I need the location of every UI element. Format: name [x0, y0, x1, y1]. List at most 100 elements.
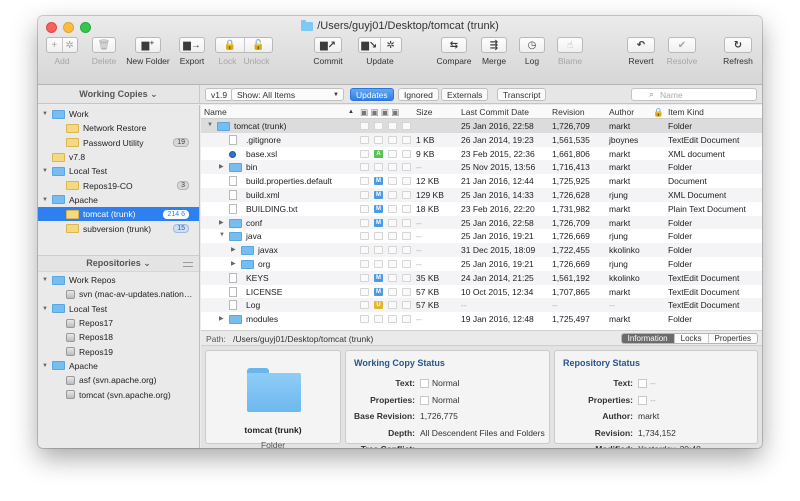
add-button[interactable]: + ✲ Add [44, 37, 80, 66]
working-copy-item[interactable]: tomcat (trunk) 214 6 [38, 207, 199, 222]
working-copy-item[interactable]: subversion (trunk) 15 [38, 221, 199, 235]
working-copies-header[interactable]: Working Copies ⌄ [38, 85, 200, 104]
disclosure-triangle-icon[interactable]: ▼ [42, 306, 49, 312]
status-cell [402, 149, 411, 158]
revision: 1,561,535 [552, 134, 590, 145]
field-value: Yesterday, 20:48 [638, 444, 701, 448]
list-options-icon[interactable] [183, 262, 193, 267]
disclosure-triangle-icon[interactable]: ▼ [42, 363, 49, 369]
tab-information[interactable]: Information [621, 334, 674, 343]
repositories-header[interactable]: Repositories ⌄ [38, 255, 199, 272]
repository-item[interactable]: svn (mac-av-updates.nation… [38, 287, 199, 301]
status-cell [402, 232, 411, 241]
table-row[interactable]: .gitignore 1 KB 26 Jan 2014, 19:23 1,561,53… [201, 132, 762, 147]
disclosure-triangle-icon[interactable]: ▼ [219, 232, 225, 238]
table-row[interactable]: ▶ modules -- 19 Jan 2016, 12:48 1,725,497 mar… [201, 312, 762, 326]
repository-item[interactable]: tomcat (svn.apache.org) [38, 387, 199, 401]
folder-icon [66, 123, 79, 133]
unlock-icon[interactable]: 🔓 [243, 38, 273, 52]
file-size: -- [416, 231, 422, 242]
status-cell [402, 135, 411, 144]
disclosure-triangle-icon[interactable]: ▼ [207, 122, 213, 128]
repository-item[interactable]: ▼ Local Test [38, 302, 199, 316]
delete-button[interactable]: 🗑 Delete [88, 37, 120, 66]
tab-locks[interactable]: Locks [673, 334, 708, 343]
table-row[interactable]: ▼ java -- 25 Jan 2016, 19:21 1,726,669 rjung F… [201, 229, 762, 243]
resolve-button[interactable]: ✔ Resolve [664, 37, 700, 66]
column-author[interactable]: Author [609, 107, 634, 117]
log-button[interactable]: ◷ Log [516, 37, 548, 66]
commit-date: 19 Jan 2016, 12:48 [461, 314, 534, 325]
tab-ignored[interactable]: Ignored [398, 88, 439, 101]
file-size: 1 KB [416, 134, 435, 145]
table-row[interactable]: build.properties.default M 12 KB 21 Jan 201… [201, 174, 762, 188]
working-copy-item[interactable]: ▼ Local Test [38, 164, 199, 178]
working-copy-item-label: tomcat (trunk) [83, 209, 136, 220]
revert-button[interactable]: ↶ Revert [625, 37, 657, 66]
repository-item[interactable]: Repos18 [38, 330, 199, 344]
repository-item[interactable]: Repos19 [38, 344, 199, 358]
working-copy-item[interactable]: v7.8 [38, 150, 199, 164]
field-label: Revision: [594, 427, 633, 438]
table-row[interactable]: ▶ javax -- 31 Dec 2015, 18:09 1,722,455 kkoli… [201, 243, 762, 257]
table-row[interactable]: BUILDING.txt M 18 KB 23 Feb 2016, 22:20 1,73… [201, 202, 762, 216]
table-row[interactable]: LICENSE M 57 KB 10 Oct 2015, 12:34 1,707,865… [201, 285, 762, 299]
lock-icon[interactable]: 🔒 [216, 38, 244, 52]
commit-button[interactable]: ▆↗ Commit [312, 37, 344, 66]
working-copy-item[interactable]: ▼ Apache [38, 193, 199, 207]
table-row[interactable]: KEYS M 35 KB 24 Jan 2014, 21:25 1,561,192 kko… [201, 270, 762, 285]
svn-version-badge[interactable]: v1.9 [205, 88, 234, 101]
disclosure-triangle-icon[interactable]: ▼ [42, 197, 49, 203]
merge-button[interactable]: ⇶ Merge [478, 37, 510, 66]
new-folder-button[interactable]: ▆⁺ New Folder [124, 37, 172, 66]
show-items-select[interactable]: Show: All Items ▼ [231, 88, 344, 101]
working-copy-item[interactable]: ▼ Work [38, 107, 199, 121]
working-copy-item[interactable]: Repos19-CO 3 [38, 178, 199, 192]
table-row[interactable]: ▶ bin -- 25 Nov 2015, 13:56 1,716,413 markt Fo… [201, 160, 762, 175]
disclosure-triangle-icon[interactable]: ▶ [219, 219, 224, 226]
working-copy-item[interactable]: Password Utility 19 [38, 136, 199, 150]
table-row[interactable]: ▶ org -- 25 Jan 2016, 19:21 1,726,669 rjung Fo… [201, 257, 762, 271]
repository-item[interactable]: ▼ Work Repos [38, 273, 199, 287]
file-name: javax [258, 245, 278, 256]
compare-button[interactable]: ⇆ Compare [436, 37, 472, 66]
column-size[interactable]: Size [416, 107, 433, 117]
export-button[interactable]: ▆→ Export [175, 37, 209, 66]
field-value-text: -- [420, 444, 426, 448]
search-input[interactable]: ⌕ Name [631, 88, 757, 101]
table-row[interactable]: ▶ conf M -- 25 Jan 2016, 22:58 1,726,709 markt… [201, 215, 762, 230]
tab-externals[interactable]: Externals [441, 88, 489, 101]
tab-properties[interactable]: Properties [707, 334, 757, 343]
tab-updates[interactable]: Updates [350, 88, 394, 101]
status-cell [360, 301, 369, 310]
table-row[interactable]: ▼ tomcat (trunk) 25 Jan 2016, 22:58 1,726,7… [201, 119, 762, 133]
working-copy-item[interactable]: Network Restore [38, 121, 199, 135]
disclosure-triangle-icon[interactable]: ▶ [231, 260, 236, 267]
refresh-button[interactable]: ↻ Refresh [720, 37, 756, 66]
blame-button[interactable]: ☝ Blame [554, 37, 586, 66]
count-badge: 19 [173, 138, 189, 148]
disclosure-triangle-icon[interactable]: ▼ [42, 168, 49, 174]
revision: 1,561,192 [552, 272, 590, 283]
repository-icon [66, 289, 75, 299]
repository-item[interactable]: Repos17 [38, 316, 199, 330]
gear-icon: ✲ [61, 38, 78, 52]
update-button[interactable]: ▆↘ ✲ Update [356, 37, 404, 66]
disclosure-triangle-icon[interactable]: ▼ [42, 111, 49, 117]
disclosure-triangle-icon[interactable]: ▶ [219, 315, 224, 322]
column-last-commit-date[interactable]: Last Commit Date [461, 107, 529, 117]
disclosure-triangle-icon[interactable]: ▶ [219, 163, 224, 170]
field-value: All Descendent Files and Folders [420, 428, 545, 438]
disclosure-triangle-icon[interactable]: ▼ [42, 277, 49, 283]
column-revision[interactable]: Revision [552, 107, 585, 117]
repository-item[interactable]: asf (svn.apache.org) [38, 373, 199, 387]
tab-transcript[interactable]: Transcript [497, 88, 547, 101]
table-row[interactable]: Log U 57 KB -- -- -- TextEdit Document [201, 298, 762, 313]
column-name[interactable]: Name [204, 107, 227, 117]
table-row[interactable]: build.xml M 129 KB 25 Jan 2016, 14:33 1,726,… [201, 187, 762, 202]
count-badge: 15 [173, 224, 189, 234]
repository-item[interactable]: ▼ Apache [38, 359, 199, 373]
table-row[interactable]: base.xsl A 9 KB 23 Feb 2015, 22:36 1,661,806… [201, 147, 762, 161]
column-item-kind[interactable]: Item Kind [668, 107, 704, 117]
disclosure-triangle-icon[interactable]: ▶ [231, 246, 236, 253]
